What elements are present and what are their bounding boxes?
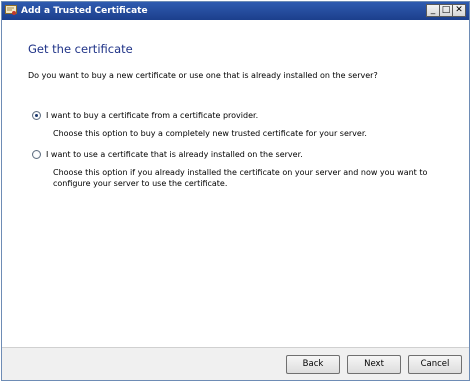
button-bar: Back Next Cancel — [2, 347, 469, 380]
dialog-window: Add a Trusted Certificate _ □ ✕ Get the … — [1, 1, 470, 381]
question-text: Do you want to buy a new certificate or … — [28, 71, 378, 80]
use-installed-certificate-description-line1: Choose this option if you already instal… — [53, 168, 428, 177]
use-installed-certificate-label[interactable]: I want to use a certificate that is alre… — [46, 149, 303, 160]
radio-selected-dot — [35, 114, 38, 117]
certificate-icon — [5, 5, 17, 15]
buy-certificate-radio[interactable] — [32, 111, 41, 120]
window-title: Add a Trusted Certificate — [21, 6, 148, 16]
use-installed-certificate-radio[interactable] — [32, 150, 41, 159]
maximize-button[interactable]: □ — [439, 4, 453, 17]
use-installed-certificate-description-line2: configure your server to use the certifi… — [53, 179, 228, 188]
back-button[interactable]: Back — [286, 355, 340, 374]
title-bar[interactable]: Add a Trusted Certificate _ □ ✕ — [2, 2, 469, 20]
close-button[interactable]: ✕ — [452, 4, 466, 17]
wizard-content: Get the certificate Do you want to buy a… — [2, 20, 469, 347]
cancel-button[interactable]: Cancel — [408, 355, 462, 374]
buy-certificate-description: Choose this option to buy a completely n… — [53, 129, 367, 138]
next-button[interactable]: Next — [347, 355, 401, 374]
buy-certificate-label[interactable]: I want to buy a certificate from a certi… — [46, 110, 258, 121]
minimize-button[interactable]: _ — [426, 4, 440, 17]
page-title: Get the certificate — [28, 42, 133, 56]
